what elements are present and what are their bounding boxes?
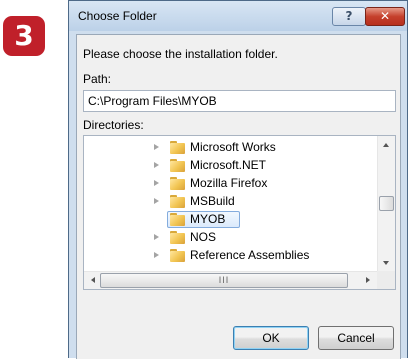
directories-label: Directories: <box>83 118 144 132</box>
dialog-title: Choose Folder <box>78 9 157 23</box>
scrollbar-corner <box>377 271 395 289</box>
scroll-right-arrow-icon[interactable] <box>366 277 370 283</box>
tree-item-nos[interactable]: NOS <box>84 229 364 246</box>
folder-icon <box>170 159 185 172</box>
folder-icon <box>170 213 185 226</box>
instruction-text: Please choose the installation folder. <box>83 47 278 61</box>
vertical-scrollbar[interactable] <box>377 136 395 271</box>
ok-button[interactable]: OK <box>233 326 309 350</box>
expand-arrow-icon[interactable] <box>154 162 159 168</box>
tree-item-label: Microsoft.NET <box>190 158 267 172</box>
path-label: Path: <box>83 72 112 86</box>
tree-item-reference-assemblies[interactable]: Reference Assemblies <box>84 247 364 264</box>
folder-icon <box>170 141 185 154</box>
horizontal-scroll-thumb[interactable]: III <box>100 273 348 288</box>
path-input[interactable] <box>83 90 396 112</box>
directory-tree[interactable]: Microsoft Works Microsoft.NET Mozilla Fi… <box>83 135 396 290</box>
tree-item-label: Microsoft Works <box>190 140 276 154</box>
expand-arrow-icon[interactable] <box>154 180 159 186</box>
step-number-badge: 3 <box>3 16 45 56</box>
horizontal-scrollbar[interactable]: III <box>84 271 377 289</box>
tree-item-mozilla-firefox[interactable]: Mozilla Firefox <box>84 175 364 192</box>
tree-item-label: MYOB <box>190 212 226 226</box>
tree-item-label: Reference Assemblies <box>190 248 310 262</box>
tree-item-label: MSBuild <box>190 194 235 208</box>
expand-arrow-icon[interactable] <box>154 234 159 240</box>
cancel-button[interactable]: Cancel <box>318 326 394 350</box>
tree-item-myob[interactable]: MYOB <box>84 211 364 228</box>
expand-arrow-icon[interactable] <box>154 252 159 258</box>
dialog-body: Please choose the installation folder. P… <box>76 34 401 359</box>
expand-arrow-icon[interactable] <box>154 198 159 204</box>
scroll-up-arrow-icon[interactable] <box>383 143 389 147</box>
folder-icon <box>170 249 185 262</box>
folder-icon <box>170 177 185 190</box>
expand-arrow-icon[interactable] <box>154 144 159 150</box>
tree-item-msbuild[interactable]: MSBuild <box>84 193 364 210</box>
close-button[interactable]: ✕ <box>365 7 405 26</box>
vertical-scroll-thumb[interactable] <box>379 196 394 211</box>
title-bar[interactable]: Choose Folder ? ✕ <box>69 1 407 31</box>
tree-item-microsoft-net[interactable]: Microsoft.NET <box>84 157 364 174</box>
scroll-left-arrow-icon[interactable] <box>91 277 95 283</box>
tree-item-microsoft-works[interactable]: Microsoft Works <box>84 139 364 156</box>
folder-icon <box>170 195 185 208</box>
choose-folder-dialog: Choose Folder ? ✕ Please choose the inst… <box>68 0 408 359</box>
scroll-down-arrow-icon[interactable] <box>383 261 389 265</box>
tree-item-label: NOS <box>190 230 217 244</box>
folder-icon <box>170 231 185 244</box>
tree-item-label: Mozilla Firefox <box>190 176 268 190</box>
help-button[interactable]: ? <box>332 7 366 26</box>
